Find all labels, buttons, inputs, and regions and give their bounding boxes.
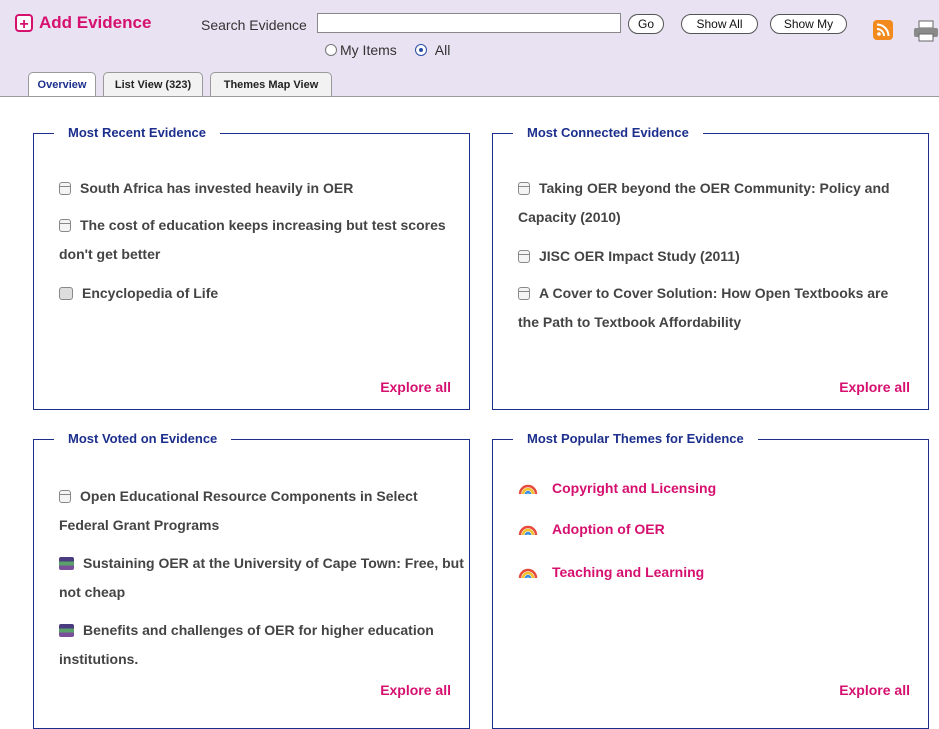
document-icon xyxy=(518,250,530,263)
search-label: Search Evidence xyxy=(201,17,307,33)
item-label: Encyclopedia of Life xyxy=(82,285,219,301)
theme-link[interactable]: Copyright and Licensing xyxy=(518,480,716,496)
book-stack-icon xyxy=(59,624,74,637)
explore-all-link[interactable]: Explore all xyxy=(839,379,910,395)
document-icon xyxy=(59,219,71,232)
item-label: Open Educational Resource Components in … xyxy=(59,488,418,533)
most-connected-panel: Most Connected Evidence Taking OER beyon… xyxy=(492,125,929,410)
header-bar: + Add Evidence Search Evidence Go Show A… xyxy=(0,0,939,97)
website-icon xyxy=(59,287,73,300)
explore-all-link[interactable]: Explore all xyxy=(380,379,451,395)
item-label: Benefits and challenges of OER for highe… xyxy=(59,622,434,667)
overview-content: Most Recent Evidence South Africa has in… xyxy=(0,96,939,729)
item-label: Taking OER beyond the OER Community: Pol… xyxy=(518,180,890,225)
show-all-button[interactable]: Show All xyxy=(681,14,758,34)
tab-overview[interactable]: Overview xyxy=(28,72,96,97)
theme-link[interactable]: Teaching and Learning xyxy=(518,564,704,580)
theme-rainbow-icon xyxy=(518,484,538,494)
list-item[interactable]: Sustaining OER at the University of Cape… xyxy=(59,549,464,607)
theme-label: Adoption of OER xyxy=(552,521,665,537)
rss-feed-icon[interactable] xyxy=(873,20,893,40)
list-item[interactable]: Benefits and challenges of OER for highe… xyxy=(59,616,449,674)
tab-themes-map-view[interactable]: Themes Map View xyxy=(210,72,332,96)
list-item[interactable]: The cost of education keeps increasing b… xyxy=(59,211,464,269)
add-evidence-button[interactable]: + Add Evidence xyxy=(15,13,151,33)
panel-title: Most Voted on Evidence xyxy=(54,431,232,446)
theme-rainbow-icon xyxy=(518,568,538,578)
explore-all-link[interactable]: Explore all xyxy=(380,682,451,698)
show-my-button[interactable]: Show My xyxy=(770,14,847,34)
radio-all[interactable] xyxy=(414,44,427,56)
most-voted-panel: Most Voted on Evidence Open Educational … xyxy=(33,431,470,729)
list-item[interactable]: A Cover to Cover Solution: How Open Text… xyxy=(518,279,908,337)
list-item[interactable]: Open Educational Resource Components in … xyxy=(59,482,439,540)
panel-title: Most Popular Themes for Evidence xyxy=(513,431,758,446)
most-recent-panel: Most Recent Evidence South Africa has in… xyxy=(33,125,470,410)
panel-title: Most Recent Evidence xyxy=(54,125,220,140)
book-stack-icon xyxy=(59,557,74,570)
item-label: A Cover to Cover Solution: How Open Text… xyxy=(518,285,889,330)
item-label: Sustaining OER at the University of Cape… xyxy=(59,555,464,600)
panel-title: Most Connected Evidence xyxy=(513,125,703,140)
document-icon xyxy=(59,182,71,195)
document-icon xyxy=(59,490,71,503)
plus-icon: + xyxy=(15,14,33,33)
document-icon xyxy=(518,182,530,195)
list-item[interactable]: Encyclopedia of Life xyxy=(59,279,464,308)
add-evidence-label: Add Evidence xyxy=(39,13,152,32)
theme-label: Copyright and Licensing xyxy=(552,480,717,496)
radio-my-items-label: My Items xyxy=(340,42,397,58)
item-label: JISC OER Impact Study (2011) xyxy=(539,248,740,264)
document-icon xyxy=(518,287,530,300)
radio-all-label: All xyxy=(434,42,451,58)
theme-rainbow-icon xyxy=(518,525,538,535)
theme-link[interactable]: Adoption of OER xyxy=(518,521,665,537)
printer-icon[interactable] xyxy=(913,20,939,42)
item-label: South Africa has invested heavily in OER xyxy=(80,180,354,196)
list-item[interactable]: South Africa has invested heavily in OER xyxy=(59,174,464,203)
theme-label: Teaching and Learning xyxy=(552,564,705,580)
tab-list-view[interactable]: List View (323) xyxy=(103,72,203,96)
item-label: The cost of education keeps increasing b… xyxy=(59,217,446,262)
list-item[interactable]: JISC OER Impact Study (2011) xyxy=(518,242,923,271)
filter-radio-group: My Items All xyxy=(325,42,450,58)
go-button[interactable]: Go xyxy=(628,14,664,34)
search-input[interactable] xyxy=(317,13,621,33)
popular-themes-panel: Most Popular Themes for Evidence Copyrig… xyxy=(492,431,929,729)
explore-all-link[interactable]: Explore all xyxy=(839,682,910,698)
radio-my-items[interactable] xyxy=(325,44,337,56)
list-item[interactable]: Taking OER beyond the OER Community: Pol… xyxy=(518,174,923,232)
